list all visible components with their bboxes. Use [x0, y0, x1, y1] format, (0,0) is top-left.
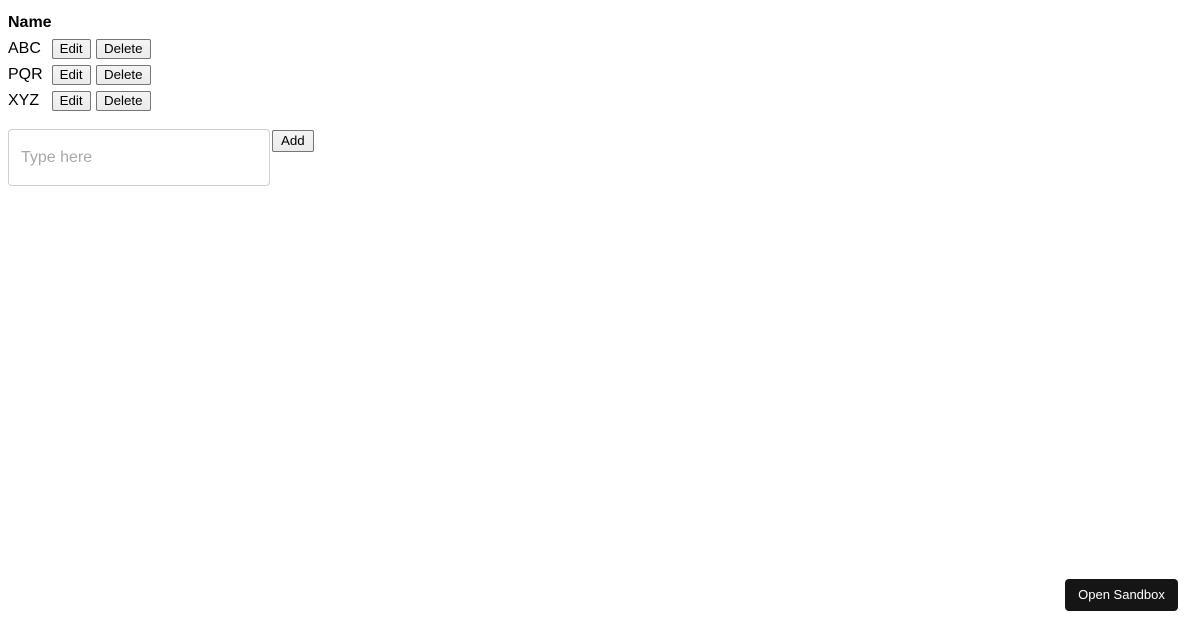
add-item-form: Add	[8, 129, 315, 186]
delete-button[interactable]: Delete	[96, 39, 151, 59]
names-table: Name ABC Edit Delete PQR Edit Delete XYZ…	[8, 10, 151, 114]
open-sandbox-button[interactable]: Open Sandbox	[1065, 579, 1178, 611]
column-header-actions	[52, 10, 151, 36]
table-header-row: Name	[8, 10, 151, 36]
edit-button[interactable]: Edit	[51, 91, 91, 111]
app-root: { "table": { "columns": ["Name", ""], "h…	[0, 0, 1200, 630]
table-head: Name	[8, 10, 151, 36]
table-row: XYZ Edit Delete	[8, 88, 151, 114]
table-row: PQR Edit Delete	[8, 62, 151, 88]
delete-button[interactable]: Delete	[96, 65, 151, 85]
row-actions: Edit Delete	[51, 88, 151, 114]
row-actions: Edit Delete	[51, 62, 151, 88]
column-header-name: Name	[8, 14, 52, 31]
add-button[interactable]: Add	[272, 130, 314, 152]
row-name: XYZ	[8, 92, 40, 109]
row-name: PQR	[8, 66, 43, 83]
row-name: ABC	[8, 40, 41, 57]
table-body: ABC Edit Delete PQR Edit Delete XYZ Edit…	[8, 36, 151, 114]
delete-button[interactable]: Delete	[96, 91, 151, 111]
new-name-input[interactable]	[8, 129, 270, 186]
row-actions: Edit Delete	[51, 36, 151, 62]
table-row: ABC Edit Delete	[8, 36, 151, 62]
edit-button[interactable]: Edit	[51, 39, 91, 59]
edit-button[interactable]: Edit	[51, 65, 91, 85]
